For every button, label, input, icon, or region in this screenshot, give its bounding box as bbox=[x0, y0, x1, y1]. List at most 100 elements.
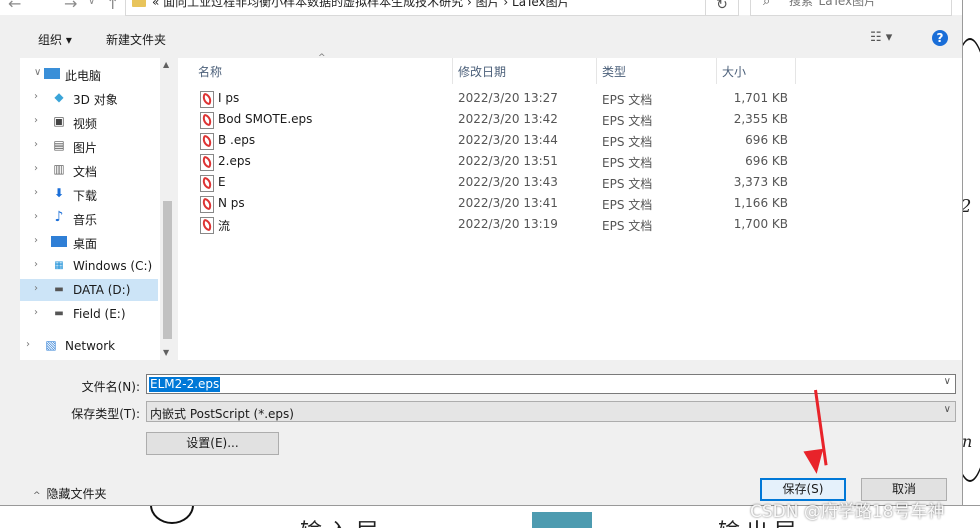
file-row[interactable]: 2.eps 2022/3/20 13:51 EPS 文档 696 KB bbox=[178, 151, 962, 172]
expand-chevron-icon[interactable]: › bbox=[34, 235, 38, 246]
expand-chevron-icon[interactable]: › bbox=[34, 211, 38, 222]
file-type: EPS 文档 bbox=[602, 219, 653, 233]
nav-item-3d-objects[interactable]: › ◆ 3D 对象 bbox=[20, 87, 158, 109]
file-name: N ps bbox=[218, 196, 245, 210]
forward-arrow-icon[interactable]: → bbox=[64, 0, 77, 13]
nav-item-label: 此电脑 bbox=[65, 69, 102, 83]
file-type: EPS 文档 bbox=[602, 114, 653, 128]
expand-chevron-icon[interactable]: › bbox=[26, 339, 30, 350]
refresh-icon: ↻ bbox=[716, 0, 728, 13]
file-date: 2022/3/20 13:44 bbox=[458, 133, 558, 147]
music-icon: ♪ bbox=[54, 209, 64, 225]
filename-value: ELM2-2.eps bbox=[149, 377, 221, 392]
toolbar: 组织 ▾ 新建文件夹 ☷ ▾ ? bbox=[0, 24, 962, 54]
column-header-type[interactable]: 类型 bbox=[597, 58, 715, 84]
expand-chevron-icon[interactable]: › bbox=[34, 259, 38, 270]
search-icon: ⌕ bbox=[763, 0, 771, 9]
nav-item-label: Field (E:) bbox=[73, 307, 126, 321]
navigation-pane: ∨ 此电脑 › ◆ 3D 对象 › ▣ 视频 › ▤ 图片 › ▥ 文档 › ⬇… bbox=[20, 58, 160, 360]
help-icon[interactable]: ? bbox=[932, 30, 948, 46]
background-node-circle bbox=[150, 506, 194, 524]
nav-item-label: DATA (D:) bbox=[73, 283, 131, 297]
file-type: EPS 文档 bbox=[602, 198, 653, 212]
organize-button[interactable]: 组织 ▾ bbox=[38, 31, 72, 48]
file-date: 2022/3/20 13:41 bbox=[458, 196, 558, 210]
nav-item-this-pc[interactable]: ∨ 此电脑 bbox=[20, 63, 158, 85]
drive-icon: ▬ bbox=[54, 284, 64, 295]
collapse-chevron-icon[interactable]: ∨ bbox=[34, 67, 41, 78]
settings-button[interactable]: 设置(E)... bbox=[146, 432, 279, 455]
file-size: 1,701 KB bbox=[733, 91, 788, 105]
folder-icon bbox=[132, 0, 146, 7]
expand-chevron-icon[interactable]: › bbox=[34, 307, 38, 318]
column-header-name[interactable]: 名称 bbox=[178, 58, 452, 84]
eps-file-icon bbox=[200, 154, 214, 171]
nav-item-data-d[interactable]: › ▬ DATA (D:) bbox=[20, 279, 158, 301]
nav-item-label: Windows (C:) bbox=[73, 259, 153, 273]
download-icon: ⬇ bbox=[53, 186, 65, 200]
view-options-button[interactable]: ☷ ▾ bbox=[870, 30, 892, 45]
file-type: EPS 文档 bbox=[602, 177, 653, 191]
file-row[interactable]: 流 2022/3/20 13:19 EPS 文档 1,700 KB bbox=[178, 214, 962, 235]
file-row[interactable]: N ps 2022/3/20 13:41 EPS 文档 1,166 KB bbox=[178, 193, 962, 214]
file-list: ^ 名称 修改日期 类型 大小 I ps 2022/3/20 13:27 EPS… bbox=[178, 53, 962, 360]
scroll-up-icon[interactable]: ▲ bbox=[163, 60, 169, 69]
file-row[interactable]: I ps 2022/3/20 13:27 EPS 文档 1,701 KB bbox=[178, 88, 962, 109]
refresh-button[interactable]: ↻ bbox=[705, 0, 739, 16]
expand-chevron-icon[interactable]: › bbox=[34, 283, 38, 294]
column-header-size[interactable]: 大小 bbox=[717, 58, 795, 84]
file-type: EPS 文档 bbox=[602, 156, 653, 170]
file-type: EPS 文档 bbox=[602, 135, 653, 149]
address-path[interactable]: « 面向工业过程非均衡小样本数据的虚拟样本生成技术研究 › 图片 › LaTex… bbox=[152, 0, 570, 10]
nav-item-pictures[interactable]: › ▤ 图片 bbox=[20, 135, 158, 157]
file-date: 2022/3/20 13:27 bbox=[458, 91, 558, 105]
network-icon: ▧ bbox=[45, 338, 57, 352]
file-row[interactable]: B .eps 2022/3/20 13:44 EPS 文档 696 KB bbox=[178, 130, 962, 151]
eps-file-icon bbox=[200, 91, 214, 108]
chevron-down-icon[interactable]: ∨ bbox=[944, 404, 951, 415]
scroll-down-icon[interactable]: ▼ bbox=[163, 348, 169, 357]
column-header-date[interactable]: 修改日期 bbox=[453, 58, 595, 84]
up-arrow-icon[interactable]: ↑ bbox=[106, 0, 119, 13]
nav-item-field-e[interactable]: › ▬ Field (E:) bbox=[20, 303, 158, 325]
search-input[interactable]: ⌕ 搜索"LaTex图片" bbox=[750, 0, 952, 16]
recent-chevron-icon[interactable]: ∨ bbox=[88, 0, 95, 7]
nav-item-documents[interactable]: › ▥ 文档 bbox=[20, 159, 158, 181]
nav-item-videos[interactable]: › ▣ 视频 bbox=[20, 111, 158, 133]
watermark: CSDN @府学路18号车神 bbox=[750, 502, 945, 522]
nav-item-label: Network bbox=[65, 339, 116, 353]
nav-item-music[interactable]: › ♪ 音乐 bbox=[20, 207, 158, 229]
eps-file-icon bbox=[200, 217, 214, 234]
filetype-select[interactable]: 内嵌式 PostScript (*.eps) ∨ bbox=[146, 401, 956, 422]
nav-scrollbar-thumb[interactable] bbox=[163, 201, 172, 339]
filetype-value: 内嵌式 PostScript (*.eps) bbox=[150, 407, 294, 421]
nav-scrollbar[interactable]: ▲ ▼ bbox=[160, 58, 175, 360]
expand-chevron-icon[interactable]: › bbox=[34, 187, 38, 198]
nav-item-label: 图片 bbox=[73, 141, 98, 155]
file-date: 2022/3/20 13:51 bbox=[458, 154, 558, 168]
nav-item-label: 3D 对象 bbox=[73, 93, 118, 107]
file-row[interactable]: Bod SMOTE.eps 2022/3/20 13:42 EPS 文档 2,3… bbox=[178, 109, 962, 130]
nav-item-desktop[interactable]: › 桌面 bbox=[20, 231, 158, 253]
expand-chevron-icon[interactable]: › bbox=[34, 139, 38, 150]
file-name: B .eps bbox=[218, 133, 256, 147]
eps-file-icon bbox=[200, 175, 214, 192]
monitor-icon bbox=[44, 68, 60, 79]
new-folder-button[interactable]: 新建文件夹 bbox=[106, 31, 166, 48]
file-row[interactable]: E 2022/3/20 13:43 EPS 文档 3,373 KB bbox=[178, 172, 962, 193]
back-arrow-icon[interactable]: ← bbox=[8, 0, 21, 13]
eps-file-icon bbox=[200, 133, 214, 150]
expand-chevron-icon[interactable]: › bbox=[34, 163, 38, 174]
background-input-layer-text: 输入层 bbox=[300, 514, 384, 528]
nav-item-label: 下载 bbox=[73, 189, 98, 203]
file-name: E bbox=[218, 175, 226, 189]
file-size: 696 KB bbox=[745, 154, 788, 168]
chevron-down-icon[interactable]: ∨ bbox=[944, 376, 951, 387]
hide-folders-toggle[interactable]: ^ 隐藏文件夹 bbox=[33, 485, 107, 502]
filename-input[interactable]: ELM2-2.eps ∨ bbox=[146, 374, 956, 394]
nav-item-windows-c[interactable]: › ▦ Windows (C:) bbox=[20, 255, 158, 277]
nav-item-downloads[interactable]: › ⬇ 下载 bbox=[20, 183, 158, 205]
expand-chevron-icon[interactable]: › bbox=[34, 91, 38, 102]
expand-chevron-icon[interactable]: › bbox=[34, 115, 38, 126]
nav-item-network[interactable]: › ▧ Network bbox=[20, 335, 158, 357]
